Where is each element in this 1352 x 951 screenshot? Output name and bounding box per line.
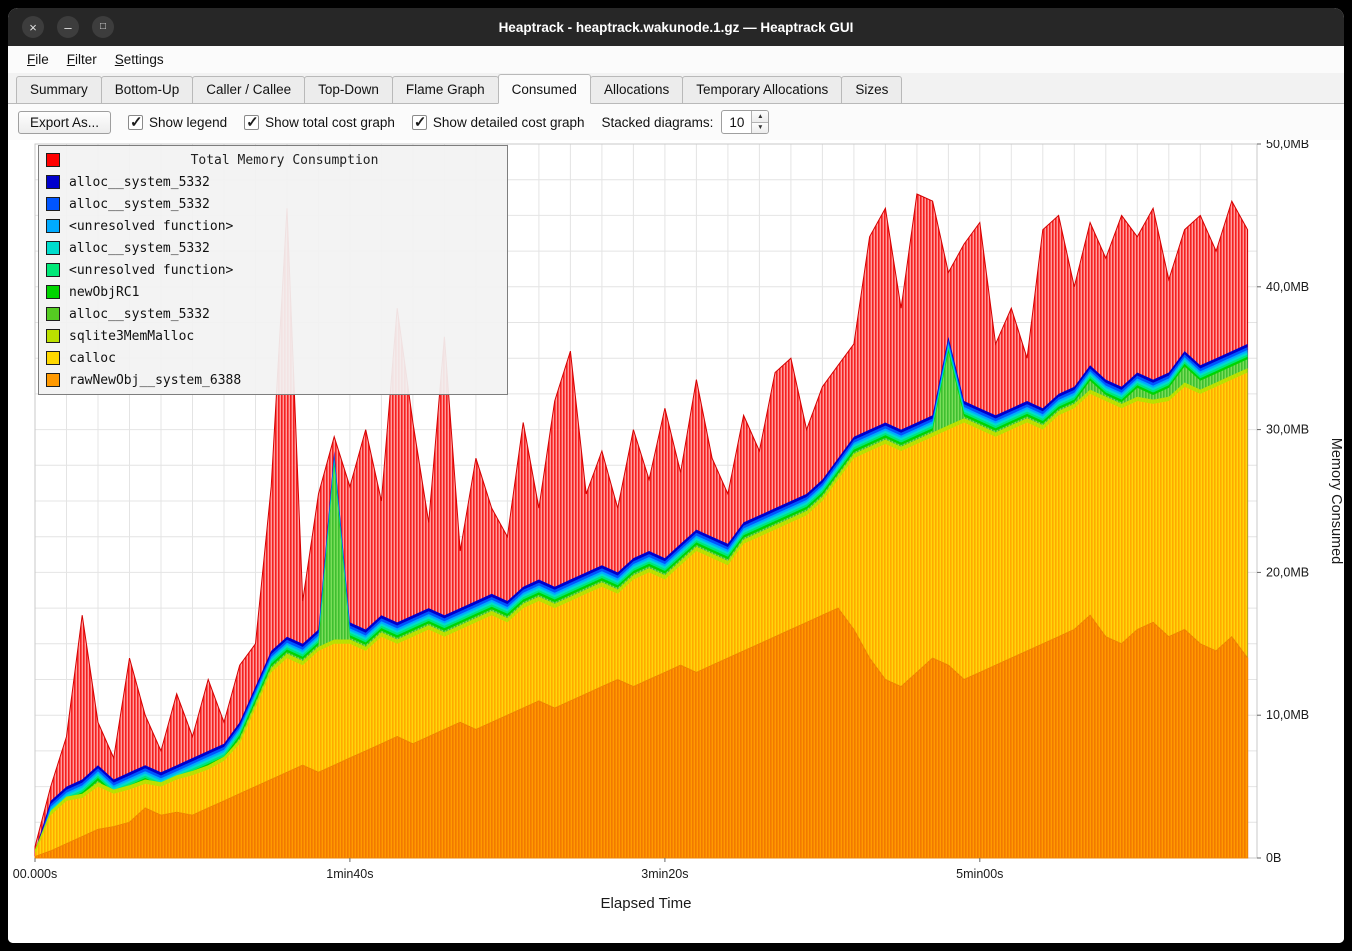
- stacked-diagrams-group: Stacked diagrams: 10 ▲ ▼: [602, 110, 770, 134]
- legend-item: alloc__system_5332: [39, 193, 507, 215]
- spin-down-icon[interactable]: ▼: [752, 122, 768, 134]
- legend-swatch: [46, 219, 60, 233]
- legend-item: calloc: [39, 347, 507, 369]
- legend-item: <unresolved function>: [39, 215, 507, 237]
- legend-title-row: Total Memory Consumption: [39, 149, 507, 171]
- legend-swatch: [46, 241, 60, 255]
- checkbox-check-icon: [244, 115, 259, 130]
- tab-sizes[interactable]: Sizes: [841, 76, 902, 104]
- svg-text:10,0MB: 10,0MB: [1266, 708, 1309, 722]
- consumed-chart-area[interactable]: 0B 10,0MB 20,0MB 30,0MB 40,0MB 50,0MB 00.000s 1…: [8, 140, 1344, 943]
- spin-up-icon[interactable]: ▲: [752, 111, 768, 122]
- export-as-button[interactable]: Export As...: [18, 111, 111, 134]
- legend-swatch: [46, 329, 60, 343]
- legend-item: alloc__system_5332: [39, 171, 507, 193]
- svg-text:50,0MB: 50,0MB: [1266, 140, 1309, 151]
- tab-top-down[interactable]: Top-Down: [304, 76, 393, 104]
- legend-swatch: [46, 263, 60, 277]
- svg-text:0B: 0B: [1266, 851, 1281, 865]
- legend-item: alloc__system_5332: [39, 237, 507, 259]
- legend-swatch: [46, 373, 60, 387]
- checkbox-check-icon: [412, 115, 427, 130]
- maximize-icon[interactable]: □: [92, 16, 114, 38]
- legend-label: alloc__system_5332: [69, 175, 210, 190]
- legend-swatch: [46, 351, 60, 365]
- svg-text:Elapsed Time: Elapsed Time: [601, 895, 692, 912]
- svg-text:Memory Consumed: Memory Consumed: [1328, 438, 1344, 565]
- legend-label: sqlite3MemMalloc: [69, 329, 194, 344]
- checkbox-label: Show total cost graph: [265, 115, 395, 130]
- chart-legend: Total Memory Consumption alloc__system_53…: [38, 145, 508, 395]
- svg-text:1min40s: 1min40s: [326, 867, 373, 881]
- legend-item: <unresolved function>: [39, 259, 507, 281]
- legend-swatch: [46, 307, 60, 321]
- checkbox-label: Show legend: [149, 115, 227, 130]
- legend-label: <unresolved function>: [69, 263, 233, 278]
- legend-label: Total Memory Consumption: [69, 153, 500, 168]
- legend-item: alloc__system_5332: [39, 303, 507, 325]
- stacked-diagrams-label: Stacked diagrams:: [602, 115, 714, 130]
- svg-text:30,0MB: 30,0MB: [1266, 423, 1309, 437]
- tab-allocations[interactable]: Allocations: [590, 76, 683, 104]
- window-controls: × – □: [8, 16, 114, 38]
- legend-swatch: [46, 175, 60, 189]
- legend-label: rawNewObj__system_6388: [69, 373, 241, 388]
- legend-swatch: [46, 197, 60, 211]
- heaptrack-window: × – □ Heaptrack - heaptrack.wakunode.1.g…: [8, 8, 1344, 943]
- legend-label: alloc__system_5332: [69, 307, 210, 322]
- legend-label: alloc__system_5332: [69, 197, 210, 212]
- tab-bar: Summary Bottom-Up Caller / Callee Top-Do…: [8, 73, 1344, 104]
- svg-text:5min00s: 5min00s: [956, 867, 1003, 881]
- tab-bottom-up[interactable]: Bottom-Up: [101, 76, 194, 104]
- legend-label: calloc: [69, 351, 116, 366]
- menu-settings[interactable]: Settings: [106, 49, 173, 70]
- legend-item: rawNewObj__system_6388: [39, 369, 507, 391]
- menu-bar: File Filter Settings: [8, 46, 1344, 73]
- legend-label: <unresolved function>: [69, 219, 233, 234]
- menu-file[interactable]: File: [18, 49, 58, 70]
- window-title: Heaptrack - heaptrack.wakunode.1.gz — He…: [8, 20, 1344, 35]
- svg-text:00.000s: 00.000s: [13, 867, 57, 881]
- menu-filter[interactable]: Filter: [58, 49, 106, 70]
- legend-swatch: [46, 153, 60, 167]
- tab-consumed[interactable]: Consumed: [498, 74, 591, 104]
- svg-text:20,0MB: 20,0MB: [1266, 565, 1309, 579]
- tab-flame-graph[interactable]: Flame Graph: [392, 76, 499, 104]
- tab-temporary-allocations[interactable]: Temporary Allocations: [682, 76, 842, 104]
- legend-swatch: [46, 285, 60, 299]
- show-detailed-cost-graph-checkbox[interactable]: Show detailed cost graph: [412, 115, 585, 130]
- tab-caller-callee[interactable]: Caller / Callee: [192, 76, 305, 104]
- svg-text:3min20s: 3min20s: [641, 867, 688, 881]
- title-bar: × – □ Heaptrack - heaptrack.wakunode.1.g…: [8, 8, 1344, 46]
- stacked-diagrams-value: 10: [722, 111, 751, 133]
- close-icon[interactable]: ×: [22, 16, 44, 38]
- show-total-cost-graph-checkbox[interactable]: Show total cost graph: [244, 115, 395, 130]
- checkbox-check-icon: [128, 115, 143, 130]
- show-legend-checkbox[interactable]: Show legend: [128, 115, 227, 130]
- svg-text:40,0MB: 40,0MB: [1266, 280, 1309, 294]
- minimize-icon[interactable]: –: [57, 16, 79, 38]
- stacked-diagrams-spinbox[interactable]: 10 ▲ ▼: [721, 110, 769, 134]
- legend-label: alloc__system_5332: [69, 241, 210, 256]
- legend-item: sqlite3MemMalloc: [39, 325, 507, 347]
- checkbox-label: Show detailed cost graph: [433, 115, 585, 130]
- spinner-buttons: ▲ ▼: [751, 111, 768, 133]
- tab-summary[interactable]: Summary: [16, 76, 102, 104]
- toolbar: Export As... Show legend Show total cost…: [8, 104, 1344, 140]
- legend-label: newObjRC1: [69, 285, 139, 300]
- legend-item: newObjRC1: [39, 281, 507, 303]
